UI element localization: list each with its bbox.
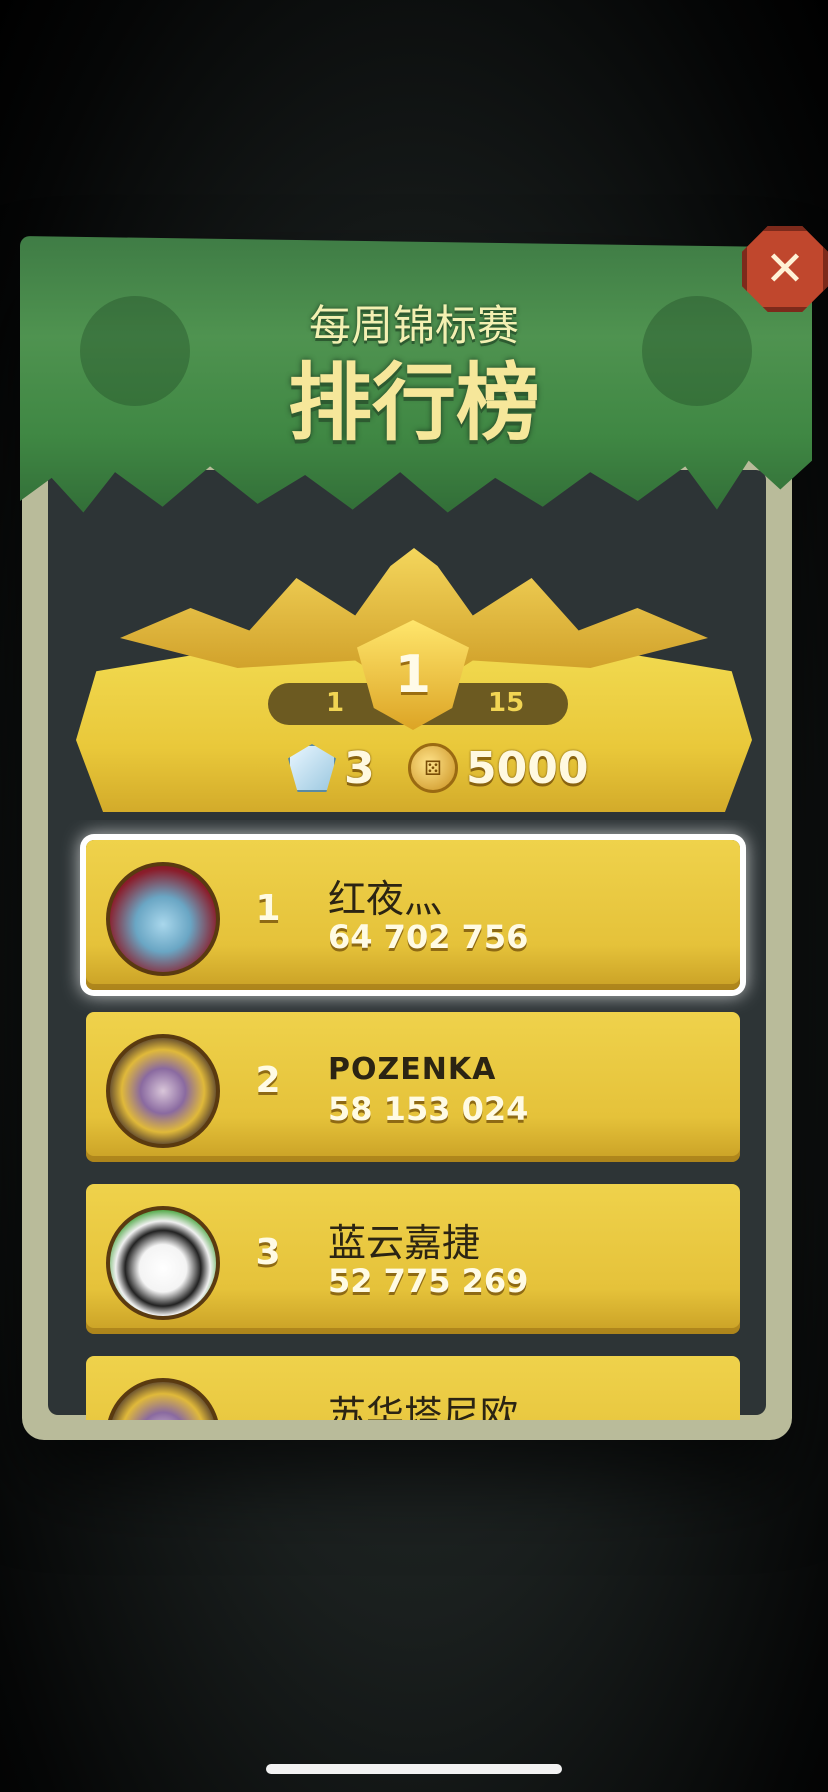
close-button[interactable]: ✕	[742, 226, 828, 312]
coin-reward: ⚄ 5000	[408, 738, 588, 798]
coin-reward-amount: 5000	[466, 742, 589, 794]
row-rank: 1	[255, 888, 281, 929]
player-name: 红夜灬	[328, 877, 443, 921]
row-rank: 3	[255, 1232, 281, 1273]
banner-title: 排行榜	[287, 356, 540, 450]
player-name: 蓝云嘉捷	[328, 1221, 481, 1265]
row-rank: 2	[255, 1060, 281, 1101]
leaderboard-row[interactable]: 苏华塔尼欧	[86, 1356, 740, 1420]
gem-reward: 3	[288, 738, 375, 798]
gem-icon	[288, 744, 336, 792]
panda-avatar-icon	[106, 1206, 220, 1320]
rank-range-high: 15	[488, 688, 525, 718]
home-indicator[interactable]	[266, 1764, 562, 1774]
leaderboard-list[interactable]: 1 红夜灬 64 702 756 2 POZENKA 58 153 024 3 …	[48, 820, 780, 1420]
close-x-icon: ✕	[764, 241, 806, 297]
player-score: 64 702 756	[328, 918, 529, 956]
player-score: 52 775 269	[328, 1262, 529, 1300]
rank-tier-number: 1	[394, 645, 432, 705]
sorceress-avatar-icon	[106, 1034, 220, 1148]
leaderboard-row[interactable]: 3 蓝云嘉捷 52 775 269	[86, 1184, 740, 1334]
sorceress-avatar-icon	[106, 1378, 220, 1420]
player-name: POZENKA	[328, 1052, 497, 1087]
player-name: 苏华塔尼欧	[328, 1393, 519, 1420]
rank-range-low: 1	[326, 688, 345, 718]
leaderboard-row[interactable]: 1 红夜灬 64 702 756	[86, 840, 740, 990]
leaderboard-row[interactable]: 2 POZENKA 58 153 024	[86, 1012, 740, 1162]
coin-icon: ⚄	[408, 743, 458, 793]
dragon-avatar-icon	[106, 862, 220, 976]
gem-reward-amount: 3	[344, 742, 375, 794]
player-score: 58 153 024	[328, 1090, 529, 1128]
